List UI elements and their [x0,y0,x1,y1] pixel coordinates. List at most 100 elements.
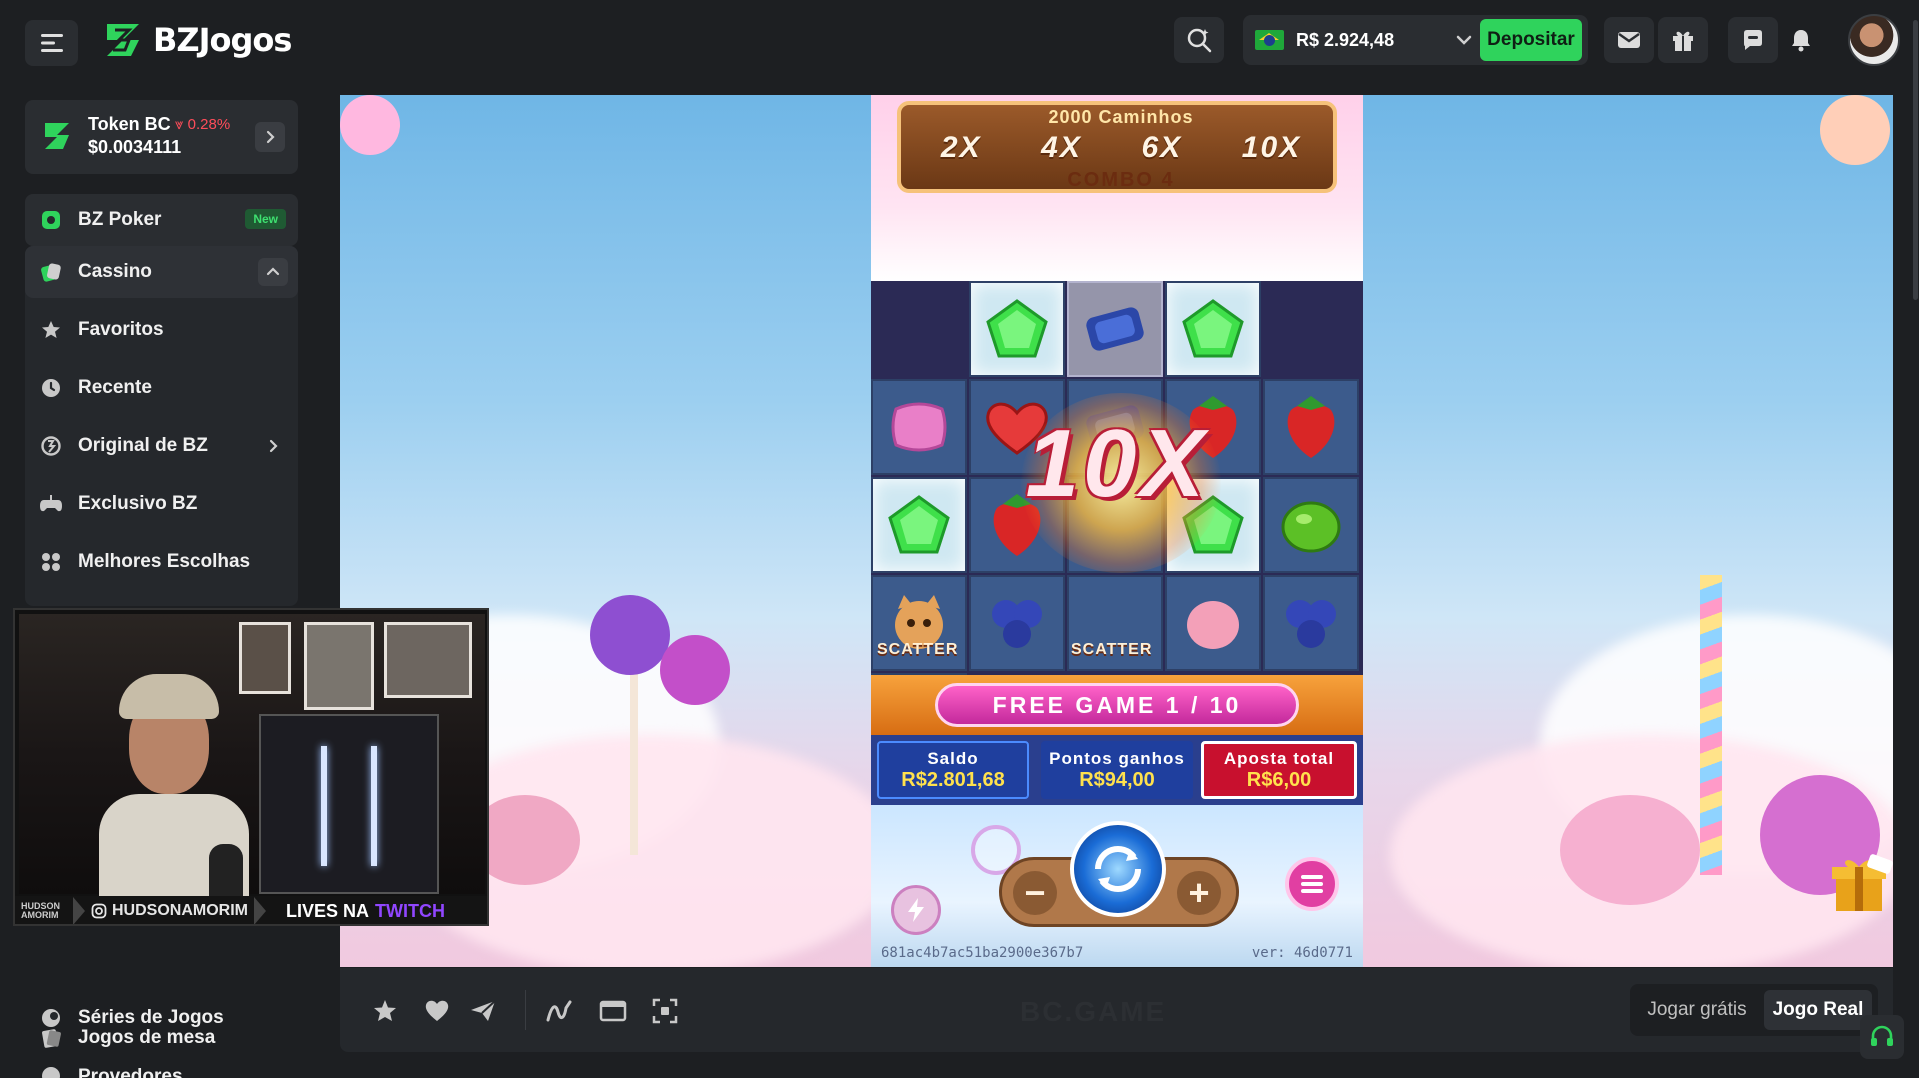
game-iframe[interactable]: 2000 Caminhos 2X 4X 6X 10X COMBO 4 SCATT… [340,95,1893,967]
reel-cell [1067,281,1163,377]
favorite-button[interactable] [370,996,400,1026]
token-change-value: 0.28% [187,116,231,133]
reel-cell [871,477,967,573]
token-logo-icon [45,123,69,149]
new-badge: New [245,209,286,229]
sidebar-item-label: Original de BZ [78,435,208,456]
wallet-selector[interactable]: R$ 2.924,48 Depositar [1243,15,1588,65]
sidebar-item-label: Cassino [78,261,152,282]
providers-icon [39,1064,63,1078]
total-bet-box[interactable]: Aposta total R$6,00 [1201,741,1357,799]
collapse-button[interactable] [258,258,288,286]
search-button[interactable] [1174,17,1224,63]
token-bc-card[interactable]: Token BC ⩔ 0.28% $0.0034111 [25,100,298,174]
sidebar-item-melhores-escolhas[interactable]: Melhores Escolhas [25,536,298,588]
wall-frame [304,622,374,710]
lollipop [660,635,730,705]
grid-icon [39,550,63,574]
green-gem-icon [888,495,950,554]
multiplier-item: 10X [1241,131,1302,164]
candy [1560,795,1700,905]
chevron-right-icon [269,439,278,453]
sidebar-item-label: Melhores Escolhas [78,551,251,572]
streamer-cap [119,674,219,719]
casino-chip-icon [39,260,63,284]
rewards-button[interactable] [1658,17,1708,63]
menu-toggle-button[interactable] [25,20,78,66]
webcam-feed [19,614,485,924]
sidebar-item-cassino[interactable]: Cassino [25,246,298,298]
mail-icon [1618,32,1640,48]
spin-button[interactable] [1070,821,1166,917]
site-logo[interactable]: BZJogos [103,18,292,62]
series-icon [39,1006,63,1030]
poker-icon [39,208,63,232]
sidebar-item-series-de-jogos[interactable]: Séries de Jogos [25,992,298,1044]
toolbar-divider [525,990,526,1030]
scroll-thumb[interactable] [1913,20,1918,300]
handle-text: HUDSONAMORIM [112,902,248,919]
token-price: $0.0034111 [88,137,182,157]
lollipop [590,595,670,675]
reel-grid: SCATTER SCATTER 10X [871,183,1363,671]
wallet-balance: R$ 2.924,48 [1296,29,1395,50]
like-button[interactable] [422,996,452,1026]
spin-arrows-icon [1095,846,1141,892]
chat-button[interactable] [1728,17,1778,63]
sidebar-item-provedores[interactable]: Provedores [25,1048,298,1078]
support-button[interactable] [1860,1015,1904,1059]
token-expand-button[interactable] [255,122,285,152]
hamburger-menu-icon [40,34,63,52]
fullscreen-button[interactable] [650,996,680,1026]
send-icon [471,1000,496,1021]
play-real-button[interactable]: Jogo Real [1764,990,1872,1030]
chevron-down-icon[interactable] [1453,29,1475,51]
pink-candy-icon [891,402,947,452]
game-menu-button[interactable] [1285,857,1339,911]
notifications-button[interactable] [1778,17,1824,63]
sidebar-item-exclusivo-bz[interactable]: Exclusivo BZ [25,478,298,530]
sidebar: Token BC ⩔ 0.28% $0.0034111 BZ Poker New… [0,78,318,1078]
reel-cell [1263,477,1359,573]
multiplier-item: 6X [1141,131,1183,164]
sidebar-item-original-de-bz[interactable]: Original de BZ [25,420,298,472]
round-hash: 681ac4b7ac51ba2900e367b7 [881,945,1084,961]
stats-button[interactable] [545,996,575,1026]
play-free-button[interactable]: Jogar grátis [1630,984,1764,1036]
bc-game-watermark: BC.GAME [1020,996,1167,1027]
multiplier-item: 4X [1041,131,1082,164]
wall-frame [384,622,472,698]
game-toolbar: BC.GAME Jogar grátis Jogo Real [340,968,1893,1052]
deposit-button[interactable]: Depositar [1480,19,1582,61]
sidebar-item-bz-poker[interactable]: BZ Poker New [25,194,298,246]
stream-lower-third: HUDSON AMORIM HUDSONAMORIM LIVES NA TWIT… [15,896,487,924]
led-strip [371,746,377,866]
messages-button[interactable] [1604,17,1654,63]
sidebar-item-label: Favoritos [78,319,164,340]
slot-machine[interactable]: 2000 Caminhos 2X 4X 6X 10X COMBO 4 SCATT… [871,95,1363,967]
free-game-counter: FREE GAME 1 / 10 [935,683,1299,727]
scatter-label: SCATTER [877,641,959,658]
sidebar-item-label: Exclusivo BZ [78,493,198,514]
chat-icon [1744,30,1762,50]
reel-cell [1165,281,1261,377]
reel-cell [1263,575,1359,671]
ways-label: 2000 Caminhos [1048,107,1194,127]
green-gem-icon [986,299,1048,358]
expand-button[interactable] [258,432,288,460]
user-avatar[interactable] [1848,14,1900,66]
theater-mode-button[interactable] [598,996,628,1026]
turbo-button[interactable] [891,885,941,935]
instagram-handle: HUDSONAMORIM [91,902,248,920]
reel-cell [969,281,1065,377]
led-strip [321,746,327,866]
sidebar-item-favoritos[interactable]: Favoritos [25,304,298,356]
page-scrollbar[interactable] [1912,0,1919,1078]
share-button[interactable] [468,996,498,1026]
floating-gift-button[interactable] [1830,853,1894,913]
sidebar-item-recente[interactable]: Recente [25,362,298,414]
increase-bet-button[interactable]: + [1177,871,1221,915]
decrease-bet-button[interactable]: − [1013,871,1057,915]
heart-icon [425,1000,449,1021]
menu-lines-icon [1301,875,1323,893]
